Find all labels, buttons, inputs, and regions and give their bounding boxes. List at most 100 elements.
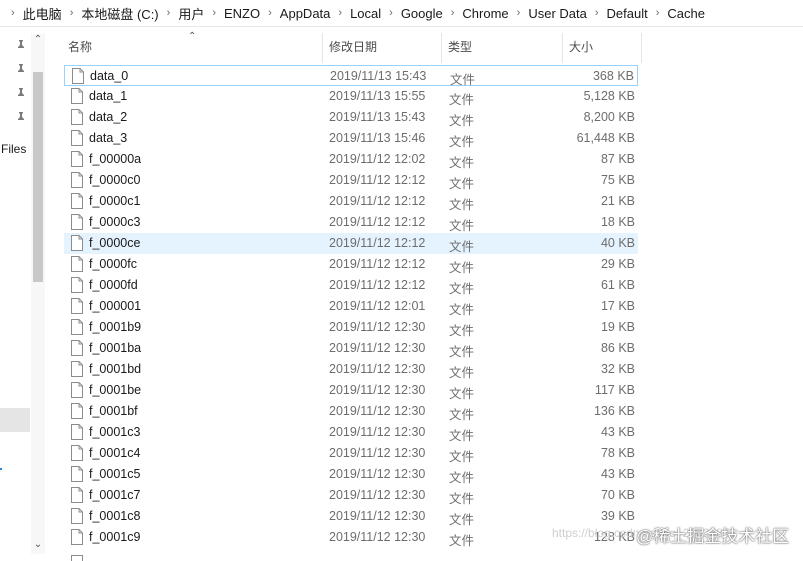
list-item-partial[interactable]	[64, 555, 638, 561]
breadcrumb-item[interactable]: › Google	[382, 6, 444, 21]
file-date: 2019/11/13 15:55	[329, 89, 426, 103]
file-name: f_0001c3	[89, 425, 141, 439]
file-row[interactable]: data_2 2019/11/13 15:43 文件 8,200 KB	[64, 107, 638, 128]
breadcrumb-item[interactable]: › User Data	[510, 6, 588, 21]
file-icon	[71, 361, 83, 377]
file-icon	[71, 298, 83, 314]
file-date: 2019/11/12 12:12	[329, 278, 426, 292]
file-row[interactable]: f_0001c8 2019/11/12 12:30 文件 39 KB	[64, 506, 638, 527]
file-size: 5,128 KB	[583, 89, 635, 103]
file-row[interactable]: f_0000c1 2019/11/12 12:12 文件 21 KB	[64, 191, 638, 212]
file-row[interactable]: f_0001c5 2019/11/12 12:30 文件 43 KB	[64, 464, 638, 485]
file-type: 文件	[449, 366, 475, 380]
file-date: 2019/11/12 12:30	[329, 530, 426, 544]
file-row[interactable]: f_0000c0 2019/11/12 12:12 文件 75 KB	[64, 170, 638, 191]
column-divider[interactable]	[322, 33, 323, 63]
scroll-up-arrow-icon[interactable]: ⌃	[33, 35, 43, 45]
chevron-right-icon[interactable]: ›	[382, 7, 400, 19]
column-divider[interactable]	[641, 33, 642, 63]
chevron-right-icon[interactable]: ›	[331, 7, 349, 19]
file-row[interactable]: f_0000fc 2019/11/12 12:12 文件 29 KB	[64, 254, 638, 275]
file-name: f_0000c3	[89, 215, 141, 229]
file-row[interactable]: f_0001c7 2019/11/12 12:30 文件 70 KB	[64, 485, 638, 506]
file-date: 2019/11/12 12:01	[329, 299, 426, 313]
file-row[interactable]: f_0001bd 2019/11/12 12:30 文件 32 KB	[64, 359, 638, 380]
file-icon	[71, 508, 83, 524]
file-date: 2019/11/12 12:12	[329, 173, 426, 187]
chevron-right-icon[interactable]: ›	[261, 7, 279, 19]
file-row[interactable]: f_000001 2019/11/12 12:01 文件 17 KB	[64, 296, 638, 317]
breadcrumb-item[interactable]: › Cache	[649, 6, 706, 21]
file-name: f_0001c8	[89, 509, 141, 523]
file-name: f_0001ba	[89, 341, 142, 355]
file-name: f_0000fc	[89, 257, 137, 271]
nav-item-selected[interactable]	[0, 408, 30, 432]
breadcrumb-item[interactable]: › AppData	[261, 6, 331, 21]
file-icon	[71, 277, 83, 293]
breadcrumb-label: AppData	[279, 5, 331, 21]
file-row[interactable]: f_0001be 2019/11/12 12:30 文件 117 KB	[64, 380, 638, 401]
file-name: f_0001c9	[89, 530, 141, 544]
column-header-type[interactable]: 类型	[448, 27, 560, 65]
breadcrumb-item[interactable]: › 用户	[160, 4, 206, 23]
file-type: 文件	[449, 240, 475, 254]
breadcrumb-label: 本地磁盘 (C:)	[81, 6, 159, 22]
column-header-date[interactable]: 修改日期	[329, 27, 441, 65]
breadcrumb-item[interactable]: › Local	[331, 6, 382, 21]
file-row[interactable]: data_3 2019/11/13 15:46 文件 61,448 KB	[64, 128, 638, 149]
file-size: 70 KB	[600, 488, 635, 502]
file-size: 61 KB	[600, 278, 635, 292]
chevron-right-icon[interactable]: ›	[4, 7, 22, 19]
column-header-size[interactable]: 大小	[569, 27, 641, 65]
chevron-right-icon[interactable]: ›	[444, 7, 462, 19]
breadcrumb-item[interactable]: › Default	[588, 6, 649, 21]
file-row[interactable]: f_00000a 2019/11/12 12:02 文件 87 KB	[64, 149, 638, 170]
chevron-right-icon[interactable]: ›	[588, 7, 606, 19]
file-icon	[71, 130, 83, 146]
breadcrumb-item[interactable]: › ENZO	[205, 6, 261, 21]
file-name: f_0001b9	[89, 320, 142, 334]
chevron-right-icon[interactable]: ›	[649, 7, 667, 19]
file-size: 17 KB	[600, 299, 635, 313]
file-name: f_0001be	[89, 383, 142, 397]
file-row[interactable]: data_1 2019/11/13 15:55 文件 5,128 KB	[64, 86, 638, 107]
file-row[interactable]: f_0000c3 2019/11/12 12:12 文件 18 KB	[64, 212, 638, 233]
navigation-pane: Files ⌃ ⌄	[0, 27, 49, 561]
breadcrumb-label: Local	[350, 5, 382, 21]
chevron-right-icon[interactable]: ›	[510, 7, 528, 19]
file-type: 文件	[449, 177, 475, 191]
breadcrumb-item[interactable]: › 此电脑	[4, 4, 63, 23]
file-type: 文件	[449, 492, 475, 506]
file-row[interactable]: f_0001bf 2019/11/12 12:30 文件 136 KB	[64, 401, 638, 422]
breadcrumb-item[interactable]: › 本地磁盘 (C:)	[63, 4, 160, 23]
file-row[interactable]: f_0001b9 2019/11/12 12:30 文件 19 KB	[64, 317, 638, 338]
chevron-right-icon[interactable]: ›	[205, 7, 223, 19]
pin-icon[interactable]	[16, 40, 26, 52]
file-row[interactable]: f_0000fd 2019/11/12 12:12 文件 61 KB	[64, 275, 638, 296]
file-row[interactable]: data_0 2019/11/13 15:43 文件 368 KB	[64, 65, 638, 87]
file-icon	[72, 68, 84, 84]
file-row[interactable]: f_0000ce 2019/11/12 12:12 文件 40 KB	[64, 233, 638, 254]
file-date: 2019/11/12 12:30	[329, 509, 426, 523]
breadcrumb-item[interactable]: › Chrome	[444, 6, 510, 21]
pin-icon[interactable]	[16, 64, 26, 76]
nav-scrollbar[interactable]: ⌃ ⌄	[31, 34, 45, 554]
column-divider[interactable]	[562, 33, 563, 63]
file-row[interactable]: f_0001c4 2019/11/12 12:30 文件 78 KB	[64, 443, 638, 464]
scroll-down-arrow-icon[interactable]: ⌄	[33, 540, 43, 550]
chevron-right-icon[interactable]: ›	[63, 7, 81, 19]
file-name: data_3	[89, 131, 128, 145]
column-divider[interactable]	[441, 33, 442, 63]
pin-icon[interactable]	[16, 112, 26, 124]
file-date: 2019/11/12 12:30	[329, 488, 426, 502]
file-icon	[71, 172, 83, 188]
chevron-right-icon[interactable]: ›	[160, 7, 178, 19]
file-name: f_0000ce	[89, 236, 141, 250]
scroll-thumb[interactable]	[33, 72, 43, 282]
pin-icon[interactable]	[16, 88, 26, 100]
nav-item-files[interactable]: Files	[1, 142, 26, 156]
file-row[interactable]: f_0001c3 2019/11/12 12:30 文件 43 KB	[64, 422, 638, 443]
file-name: f_0001bd	[89, 362, 142, 376]
file-row[interactable]: f_0001ba 2019/11/12 12:30 文件 86 KB	[64, 338, 638, 359]
file-type: 文件	[449, 303, 475, 317]
